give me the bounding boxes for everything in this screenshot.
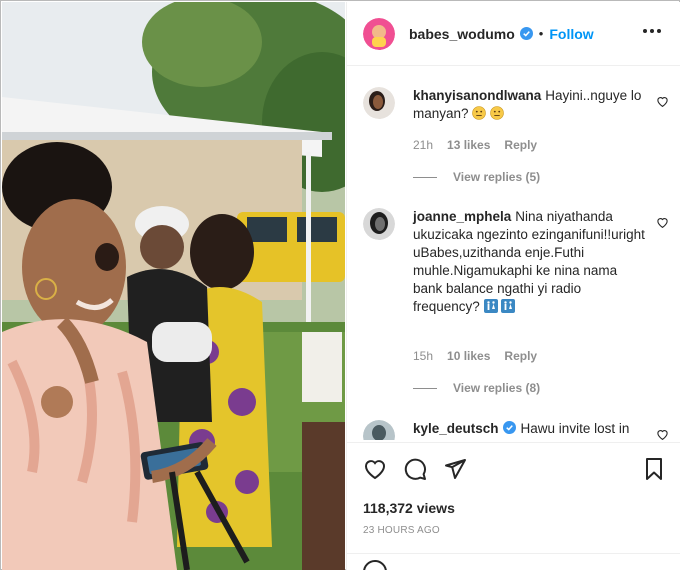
view-replies-button[interactable]: View replies (5): [413, 170, 540, 184]
replies-divider: [413, 176, 437, 178]
post-header: babes_wodumo • Follow: [347, 2, 680, 66]
commenter-avatar[interactable]: [363, 420, 395, 440]
comment-like-heart-icon[interactable]: [656, 428, 669, 440]
comment-age: 15h: [413, 349, 434, 363]
comment-like-heart-icon[interactable]: [656, 216, 669, 229]
reply-button[interactable]: Reply: [504, 138, 537, 152]
post-video[interactable]: [2, 2, 345, 570]
post-sidebar: babes_wodumo • Follow khanyisanondlwana …: [346, 2, 680, 570]
neutral-face-emoji-icon: [490, 106, 504, 120]
commenter-avatar[interactable]: [363, 87, 395, 119]
post-actions: 118,372 views 23 HOURS AGO: [347, 442, 680, 570]
comment-text: joanne_mphela Nina niyathanda ukuzicaka n…: [413, 208, 645, 316]
view-replies-label: View replies (5): [453, 170, 541, 184]
emoji-icon[interactable]: [363, 560, 387, 570]
restroom-emoji-icon: [501, 299, 516, 313]
comment-like-heart-icon[interactable]: [656, 95, 669, 108]
view-count[interactable]: 118,372 views: [363, 500, 455, 516]
comment-username[interactable]: kyle_deutsch: [413, 421, 499, 436]
follow-button[interactable]: Follow: [549, 26, 593, 42]
comment-icon[interactable]: [403, 457, 427, 481]
comment-message: Nina niyathanda ukuzicaka ngezinto ezing…: [413, 209, 645, 314]
separator-dot: •: [538, 26, 544, 41]
add-comment-bar: [347, 553, 680, 570]
comment-username[interactable]: joanne_mphela: [413, 209, 511, 224]
view-replies-button[interactable]: View replies (8): [413, 381, 540, 395]
comment-message: Hawu invite lost in: [520, 421, 630, 436]
verified-badge-icon: [502, 421, 516, 434]
comments-list[interactable]: khanyisanondlwana Hayini..nguye lo manyan…: [347, 67, 680, 440]
comment-meta: 21h 13 likes Reply: [413, 138, 537, 152]
neutral-face-emoji-icon: [472, 106, 487, 120]
comment-text: kyle_deutsch Hawu invite lost in: [413, 420, 645, 438]
comment-likes[interactable]: 10 likes: [447, 349, 490, 363]
author-avatar[interactable]: [363, 17, 395, 50]
bookmark-icon[interactable]: [642, 457, 666, 481]
comment-meta: 15h 10 likes Reply: [413, 349, 537, 363]
heart-icon[interactable]: [363, 457, 387, 481]
restroom-emoji-icon: [483, 299, 498, 313]
comment-age: 21h: [413, 138, 434, 152]
post-modal: babes_wodumo • Follow khanyisanondlwana …: [0, 0, 680, 570]
commenter-avatar[interactable]: [363, 208, 395, 240]
video-frame: [2, 2, 345, 570]
replies-divider: [413, 387, 437, 389]
author-username[interactable]: babes_wodumo: [409, 26, 515, 42]
reply-button[interactable]: Reply: [504, 349, 537, 363]
post-timestamp: 23 HOURS AGO: [363, 525, 440, 536]
view-replies-label: View replies (8): [453, 381, 541, 395]
more-options-icon[interactable]: [643, 29, 661, 33]
verified-badge-icon: [519, 27, 533, 40]
comment-username[interactable]: khanyisanondlwana: [413, 88, 541, 103]
paper-plane-icon[interactable]: [443, 457, 467, 481]
comment-text: khanyisanondlwana Hayini..nguye lo manyan…: [413, 87, 645, 123]
comment-likes[interactable]: 13 likes: [447, 138, 490, 152]
